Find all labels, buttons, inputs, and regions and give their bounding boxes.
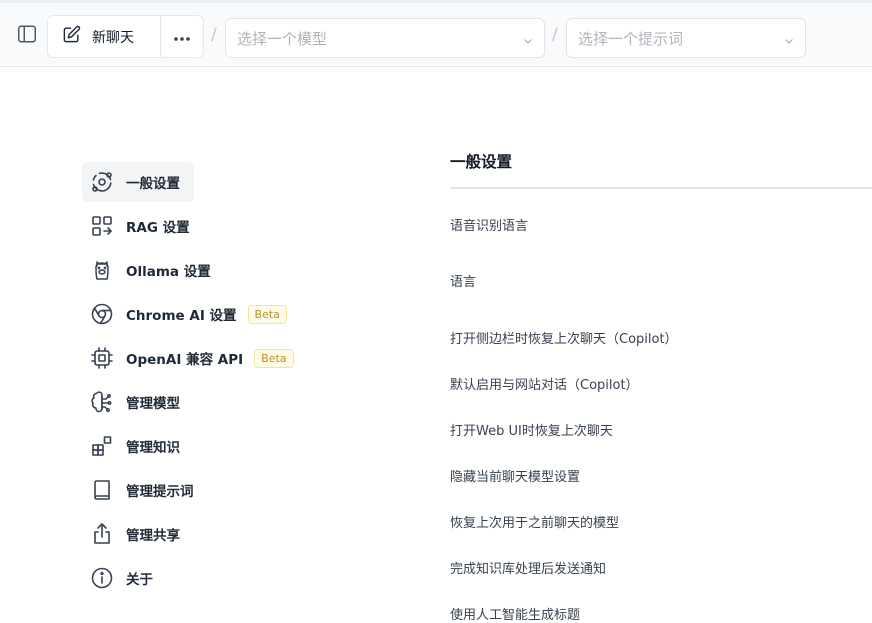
model-select[interactable]: 选择一个模型	[225, 18, 545, 58]
nav-item-label: Ollama 设置	[126, 264, 211, 280]
setting-knowledge-notification: 完成知识库处理后发送通知	[450, 562, 607, 577]
nav-item-label: 一般设置	[126, 176, 180, 192]
nav-item-label: 管理模型	[126, 396, 180, 412]
top-bar: 新聊天 / 选择一个模型 / 选择一个提示词	[0, 0, 872, 67]
setting-hide-model-settings: 隐藏当前聊天模型设置	[450, 470, 581, 485]
nav-item-manage-sharing[interactable]: 管理共享	[82, 512, 302, 556]
setting-speech-recognition-language: 语音识别语言	[450, 219, 529, 234]
ellipsis-icon	[173, 27, 191, 46]
chevron-down-icon	[522, 32, 534, 51]
nav-item-label: 关于	[126, 572, 153, 588]
new-chat-button[interactable]: 新聊天	[48, 16, 161, 57]
model-select-placeholder: 选择一个模型	[237, 29, 328, 48]
setting-language: 语言	[450, 275, 477, 290]
brain-icon	[90, 390, 114, 414]
nav-item-about[interactable]: 关于	[82, 556, 302, 600]
nav-item-label: 管理共享	[126, 528, 180, 544]
info-icon	[90, 566, 114, 590]
nav-item-general[interactable]: 一般设置	[82, 162, 194, 202]
nav-item-chrome-ai[interactable]: Chrome AI 设置 Beta	[82, 292, 302, 336]
nav-item-rag[interactable]: RAG 设置	[82, 204, 302, 248]
beta-badge: Beta	[247, 304, 287, 324]
nav-item-manage-models[interactable]: 管理模型	[82, 380, 302, 424]
blocks-icon	[90, 434, 114, 458]
beta-badge: Beta	[254, 348, 294, 368]
rag-icon	[90, 214, 114, 238]
edit-icon	[62, 25, 81, 48]
llama-icon	[90, 258, 114, 282]
chevron-down-icon	[783, 32, 795, 51]
nav-item-label: OpenAI 兼容 API	[126, 352, 244, 368]
chat-button-group: 新聊天	[47, 15, 204, 58]
setting-restore-chat-web-ui: 打开Web UI时恢复上次聊天	[450, 424, 613, 439]
sidebar-toggle-icon[interactable]	[14, 21, 40, 47]
breadcrumb-separator: /	[552, 25, 558, 45]
setting-ai-generate-title: 使用人工智能生成标题	[450, 608, 581, 623]
nav-item-manage-prompts[interactable]: 管理提示词	[82, 468, 302, 512]
more-options-button[interactable]	[161, 16, 203, 57]
setting-restore-last-model: 恢复上次用于之前聊天的模型	[450, 516, 620, 531]
nav-item-manage-knowledge[interactable]: 管理知识	[82, 424, 302, 468]
nav-item-label: 管理知识	[126, 440, 180, 456]
settings-nav: 一般设置 RAG 设置 Ollama 设置 Chrome AI 设置 Beta …	[82, 162, 302, 600]
settings-orbit-icon	[90, 170, 114, 194]
cpu-chip-icon	[90, 346, 114, 370]
setting-chat-with-website: 默认启用与网站对话（Copilot）	[450, 378, 639, 393]
setting-restore-chat-on-sidebar: 打开侧边栏时恢复上次聊天（Copilot）	[450, 332, 678, 347]
nav-item-label: 管理提示词	[126, 484, 194, 500]
book-icon	[90, 478, 114, 502]
section-title: 一般设置	[450, 153, 513, 171]
chrome-icon	[90, 302, 114, 326]
nav-item-openai-compatible[interactable]: OpenAI 兼容 API Beta	[82, 336, 302, 380]
section-divider	[450, 187, 872, 189]
prompt-select-placeholder: 选择一个提示词	[578, 29, 684, 48]
share-icon	[90, 522, 114, 546]
nav-item-label: Chrome AI 设置	[126, 308, 237, 324]
prompt-select[interactable]: 选择一个提示词	[566, 18, 806, 58]
nav-item-ollama[interactable]: Ollama 设置	[82, 248, 302, 292]
breadcrumb-separator: /	[211, 25, 217, 45]
nav-item-label: RAG 设置	[126, 220, 190, 236]
general-settings-panel: 一般设置 语音识别语言 语言 打开侧边栏时恢复上次聊天（Copilot） 默认启…	[450, 150, 872, 623]
new-chat-label: 新聊天	[92, 29, 134, 46]
